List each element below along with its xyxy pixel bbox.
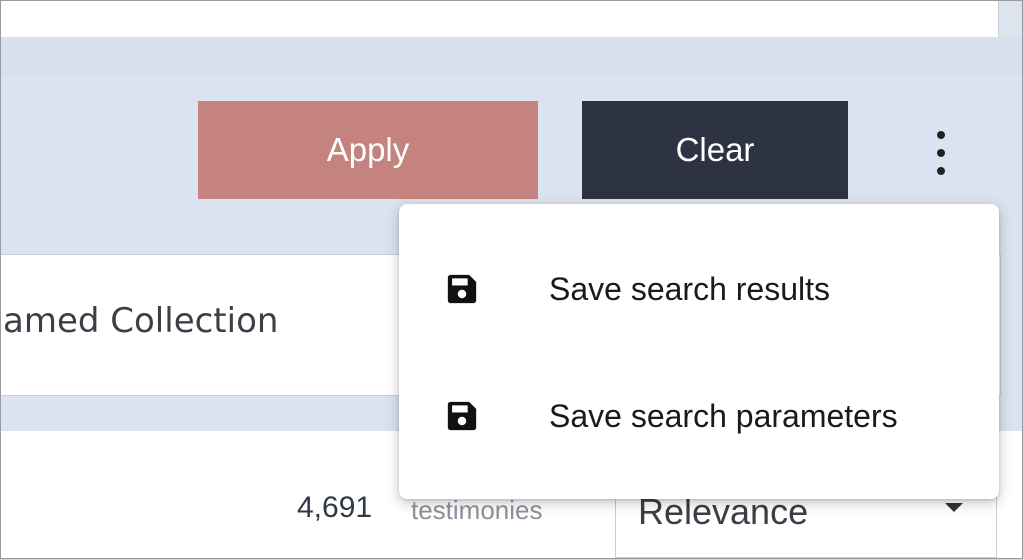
menu-item-save-results[interactable]: Save search results — [399, 229, 999, 349]
results-count-label: testimonies — [411, 495, 543, 525]
menu-item-label: Save search results — [549, 270, 831, 307]
search-input[interactable] — [1, 1, 999, 38]
floppy-disk-icon — [447, 274, 477, 304]
more-options-icon[interactable] — [927, 131, 955, 175]
results-count: 4,691 — [297, 491, 373, 524]
save-menu: Save search results Save search paramete… — [399, 204, 999, 499]
search-panel: Apply Clear amed Collection 4,691 testim… — [0, 0, 1023, 559]
menu-item-label: Save search parameters — [549, 397, 898, 434]
floppy-disk-icon — [447, 401, 477, 431]
panel-band — [1, 37, 1022, 75]
apply-button[interactable]: Apply — [198, 101, 538, 199]
menu-item-save-parameters[interactable]: Save search parameters — [399, 356, 999, 476]
caret-down-icon[interactable] — [945, 503, 963, 512]
collection-name: amed Collection — [3, 301, 279, 341]
clear-button[interactable]: Clear — [582, 101, 848, 199]
